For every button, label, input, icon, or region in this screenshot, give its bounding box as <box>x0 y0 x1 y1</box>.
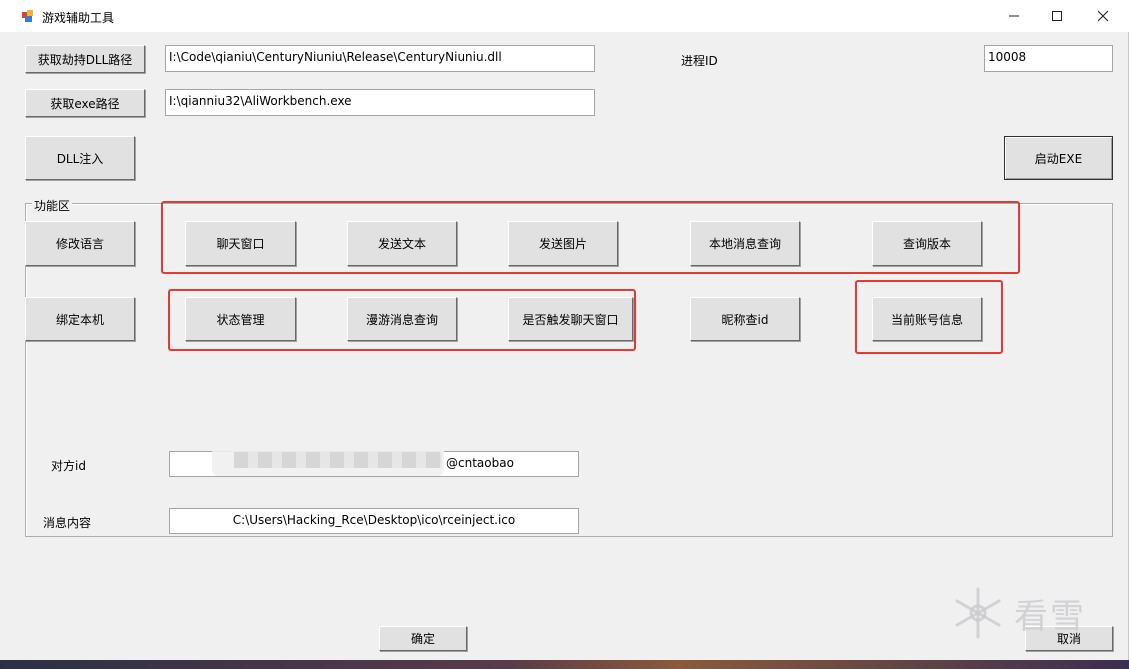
close-button[interactable] <box>1080 0 1126 32</box>
highlight-box-row2 <box>168 289 636 351</box>
get-dll-path-button[interactable]: 获取劫持DLL路径 <box>25 45 145 73</box>
watermark-text: 看雪 <box>1014 596 1086 637</box>
launch-exe-button[interactable]: 启动EXE <box>1004 136 1113 180</box>
minimize-icon <box>1009 15 1019 17</box>
message-input[interactable]: C:\Users\Hacking_Rce\Desktop\ico\rceinje… <box>169 508 579 534</box>
minimize-button[interactable] <box>991 0 1037 32</box>
modify-language-button[interactable]: 修改语言 <box>25 221 135 266</box>
window-title: 游戏辅助工具 <box>42 11 115 25</box>
highlight-box-account <box>855 280 1003 354</box>
maximize-button[interactable] <box>1034 0 1080 32</box>
close-icon <box>1097 10 1109 22</box>
nickname-query-id-button[interactable]: 昵称查id <box>690 297 800 341</box>
ok-button[interactable]: 确定 <box>379 626 467 651</box>
maximize-icon <box>1052 11 1062 21</box>
message-label: 消息内容 <box>43 516 92 530</box>
snowflake-icon <box>955 587 1001 639</box>
highlight-box-row1 <box>161 201 1020 274</box>
dll-inject-button[interactable]: DLL注入 <box>25 136 135 180</box>
title-bar[interactable]: 游戏辅助工具 <box>0 0 1129 32</box>
process-id-label: 进程ID <box>681 54 718 68</box>
exe-path-input[interactable]: I:\qianniu32\AliWorkbench.exe <box>165 89 595 116</box>
app-icon <box>22 10 33 22</box>
main-window: 游戏辅助工具 获取劫持DLL路径 I:\Code\qianiu\CenturyN… <box>0 0 1129 660</box>
watermark: 看雪 <box>950 585 1086 641</box>
peer-id-label: 对方id <box>51 459 86 473</box>
get-exe-path-button[interactable]: 获取exe路径 <box>25 89 145 117</box>
dll-path-input[interactable]: I:\Code\qianiu\CenturyNiuniu\Release\Cen… <box>165 45 595 72</box>
redaction-pixels <box>234 452 442 468</box>
bind-machine-button[interactable]: 绑定本机 <box>25 297 135 341</box>
function-group-label: 功能区 <box>32 197 73 214</box>
process-id-input[interactable]: 10008 <box>984 45 1113 72</box>
desktop-background-strip <box>0 660 1129 669</box>
